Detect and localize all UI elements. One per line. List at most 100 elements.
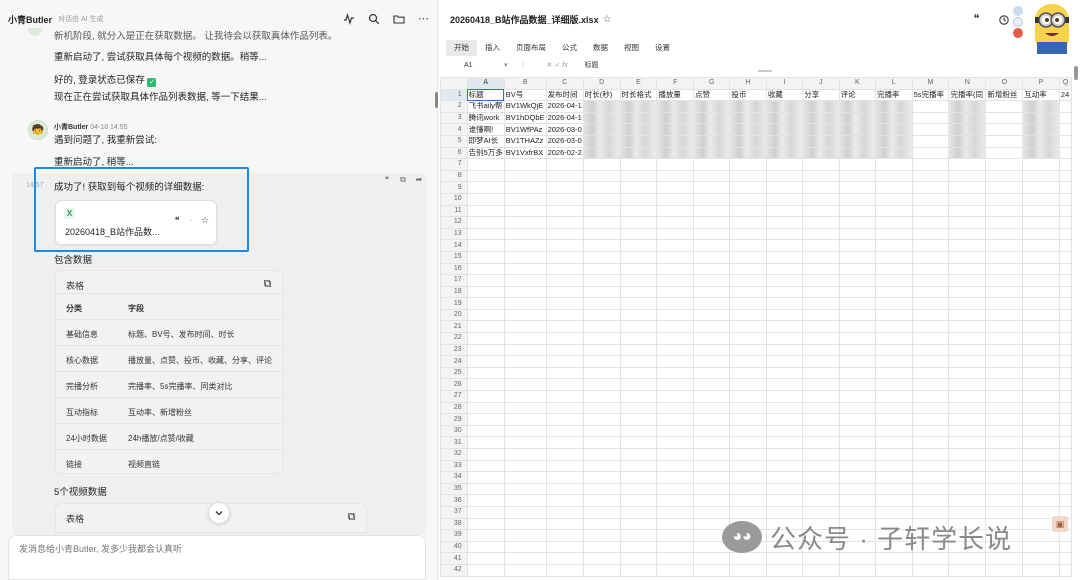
sheet-cell[interactable] xyxy=(985,308,1024,322)
sheet-cell[interactable] xyxy=(802,239,840,252)
sheet-cell[interactable] xyxy=(582,505,621,519)
more-icon[interactable]: ⋯ xyxy=(417,13,430,26)
sheet-cell[interactable]: 完播率 xyxy=(874,88,913,102)
sheet-cell[interactable] xyxy=(545,378,584,392)
row-header[interactable]: 33 xyxy=(440,459,468,473)
sheet-cell[interactable] xyxy=(582,274,621,287)
sheet-cell[interactable] xyxy=(656,285,695,299)
sheet-cell[interactable] xyxy=(838,297,876,310)
sheet-cell[interactable] xyxy=(802,134,840,148)
sheet-cell[interactable] xyxy=(503,355,547,368)
sheet-cell[interactable] xyxy=(466,320,505,334)
sheet-cell[interactable] xyxy=(693,192,731,206)
sheet-cell[interactable] xyxy=(985,320,1024,334)
sheet-cell[interactable] xyxy=(1022,308,1060,322)
activity-icon[interactable] xyxy=(342,13,355,26)
sheet-cell[interactable] xyxy=(466,459,505,473)
sheet-cell[interactable] xyxy=(729,343,767,357)
sheet-cell[interactable] xyxy=(582,552,621,565)
sheet-cell[interactable] xyxy=(656,320,695,334)
row-header[interactable]: 8 xyxy=(440,169,468,183)
sheet-cell[interactable] xyxy=(582,494,621,507)
sheet-cell[interactable] xyxy=(693,146,731,160)
sheet-cell[interactable] xyxy=(911,123,950,136)
sheet-cell[interactable] xyxy=(729,320,767,334)
sheet-cell[interactable] xyxy=(1058,100,1072,113)
sheet-cell[interactable] xyxy=(948,355,987,368)
sheet-cell[interactable] xyxy=(693,332,731,345)
sheet-cell[interactable] xyxy=(838,390,876,403)
sheet-cell[interactable] xyxy=(503,378,547,392)
sheet-cell[interactable] xyxy=(1058,413,1072,426)
sheet-cell[interactable] xyxy=(656,448,695,461)
sheet-cell[interactable] xyxy=(765,285,804,299)
sheet-cell[interactable] xyxy=(582,239,621,252)
sheet-cell[interactable] xyxy=(619,563,658,577)
sheet-cell[interactable] xyxy=(503,181,547,194)
sheet-cell[interactable] xyxy=(985,332,1024,345)
bot-icon[interactable] xyxy=(1013,28,1023,38)
sheet-cell[interactable] xyxy=(1058,471,1072,484)
column-header[interactable]: O xyxy=(985,77,1024,90)
sheet-cell[interactable] xyxy=(765,297,804,310)
sheet-cell[interactable] xyxy=(582,529,621,542)
sheet-cell[interactable] xyxy=(503,436,547,449)
sheet-cell[interactable] xyxy=(729,459,767,473)
sheet-cell[interactable] xyxy=(948,204,987,218)
row-header[interactable]: 7 xyxy=(440,158,468,171)
sheet-cell[interactable] xyxy=(874,308,913,322)
sheet-cell[interactable] xyxy=(948,227,987,241)
sheet-cell[interactable] xyxy=(985,274,1024,287)
sheet-cell[interactable] xyxy=(619,134,658,148)
sheet-cell[interactable] xyxy=(1022,181,1060,194)
sheet-cell[interactable] xyxy=(729,448,767,461)
sheet-cell[interactable] xyxy=(619,505,658,519)
sheet-cell[interactable]: BV1hDQbE xyxy=(503,111,547,125)
sheet-cell[interactable] xyxy=(466,529,505,542)
sheet-cell[interactable] xyxy=(1058,285,1072,299)
sheet-cell[interactable] xyxy=(1058,459,1072,473)
sheet-cell[interactable] xyxy=(729,378,767,392)
row-header[interactable]: 35 xyxy=(440,482,468,496)
sheet-cell[interactable] xyxy=(948,123,987,136)
sheet-cell[interactable] xyxy=(582,250,621,264)
sheet-cell[interactable] xyxy=(466,297,505,310)
sheet-cell[interactable] xyxy=(545,169,584,183)
sheet-cell[interactable] xyxy=(874,169,913,183)
sheet-cell[interactable] xyxy=(985,424,1024,438)
sheet-cell[interactable] xyxy=(911,424,950,438)
sheet-cell[interactable] xyxy=(802,262,840,276)
sheet-cell[interactable] xyxy=(693,459,731,473)
sheet-cell[interactable] xyxy=(874,216,913,229)
sheet-cell[interactable] xyxy=(838,239,876,252)
sheet-cell[interactable] xyxy=(693,436,731,449)
sheet-cell[interactable] xyxy=(874,297,913,310)
column-header[interactable]: A xyxy=(466,77,505,90)
sheet-cell[interactable] xyxy=(545,262,584,276)
sheet-cell[interactable] xyxy=(802,204,840,218)
sheet-cell[interactable] xyxy=(466,401,505,415)
sheet-cell[interactable] xyxy=(466,343,505,357)
sheet-cell[interactable] xyxy=(765,413,804,426)
sheet-cell[interactable] xyxy=(582,227,621,241)
row-header[interactable]: 3 xyxy=(440,111,468,125)
sheet-cell[interactable] xyxy=(765,436,804,449)
row-header[interactable]: 20 xyxy=(440,308,468,322)
sheet-cell[interactable] xyxy=(466,413,505,426)
sheet-cell[interactable] xyxy=(1022,448,1060,461)
sheet-cell[interactable] xyxy=(765,123,804,136)
sheet-cell[interactable] xyxy=(765,250,804,264)
sheet-cell[interactable] xyxy=(619,424,658,438)
sheet-cell[interactable] xyxy=(619,332,658,345)
sheet-cell[interactable] xyxy=(503,459,547,473)
sheet-cell[interactable] xyxy=(729,169,767,183)
sheet-cell[interactable] xyxy=(656,146,695,160)
sheet-cell[interactable] xyxy=(911,355,950,368)
sheet-cell[interactable] xyxy=(503,401,547,415)
sheet-cell[interactable] xyxy=(838,181,876,194)
sheet-cell[interactable] xyxy=(802,100,840,113)
sheet-cell[interactable] xyxy=(582,366,621,380)
sheet-cell[interactable] xyxy=(729,332,767,345)
sheet-cell[interactable] xyxy=(874,250,913,264)
sheet-cell[interactable] xyxy=(619,436,658,449)
